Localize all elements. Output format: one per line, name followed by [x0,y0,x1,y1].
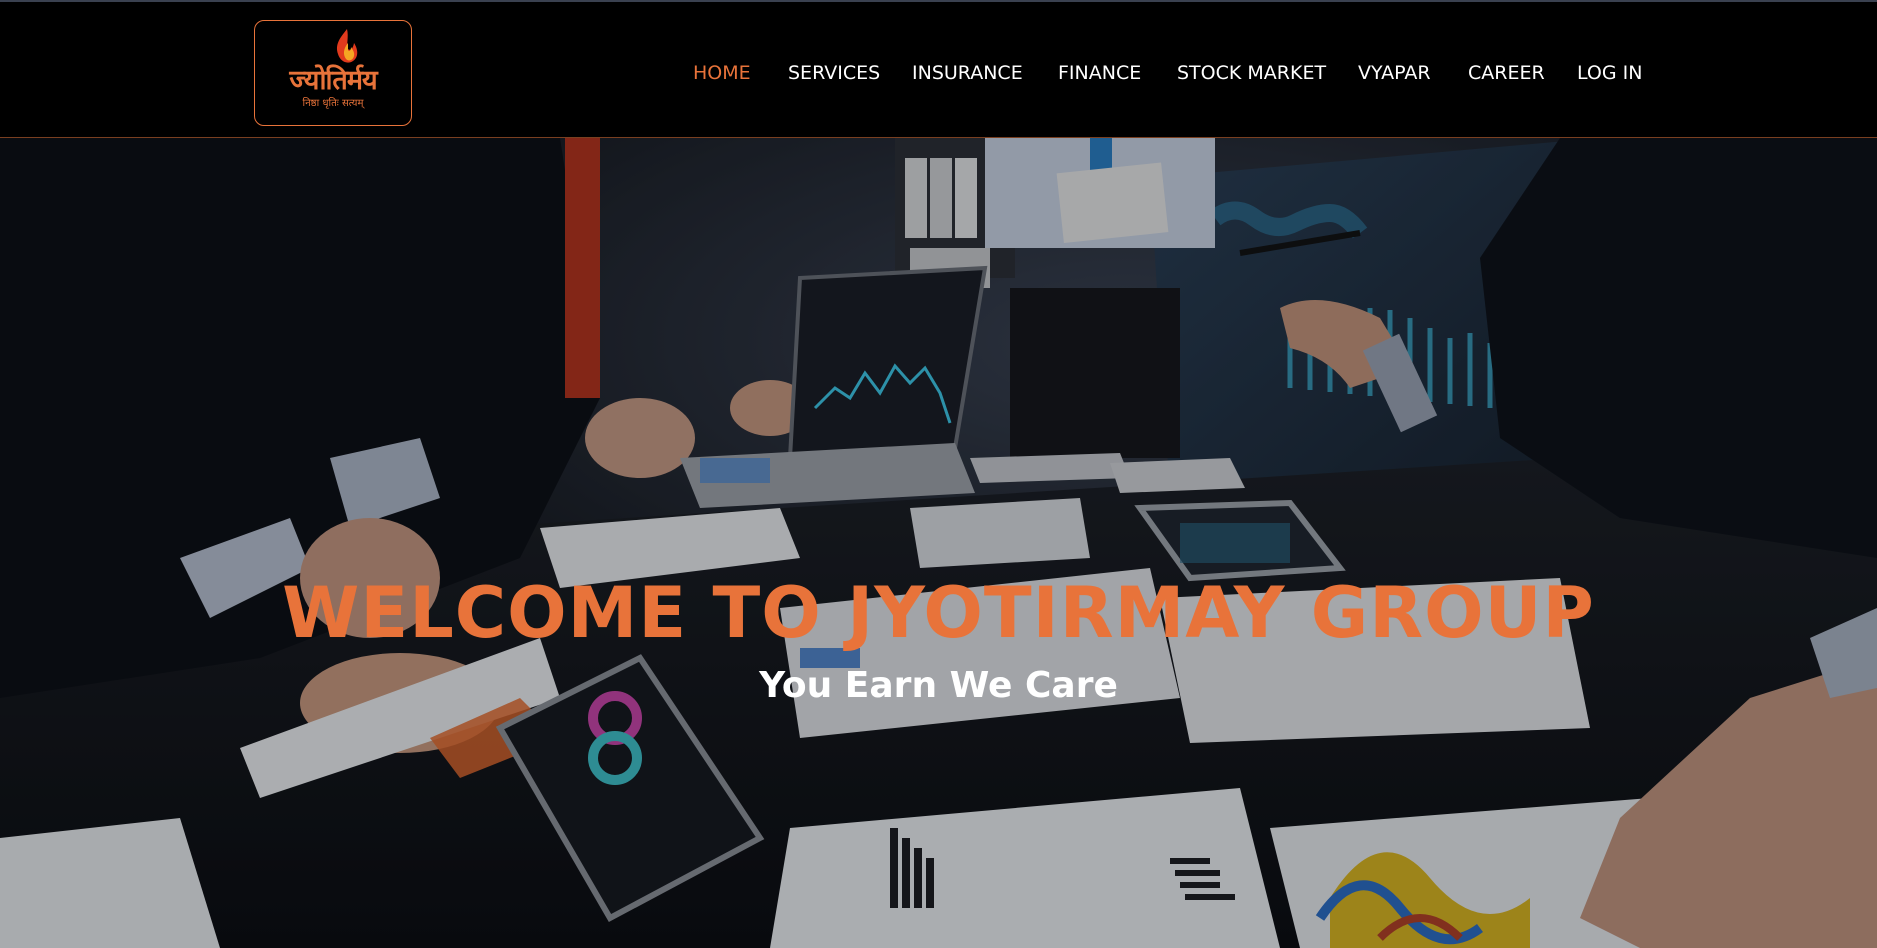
nav-item-vyapar[interactable]: VYAPAR [1358,58,1431,88]
hero-subtitle: You Earn We Care [759,665,1118,706]
site-header: ज्योतिर्मय निष्ठा धृतिः सत्यम् HOME SERV… [0,0,1877,138]
hero-section: WELCOME TO JYOTIRMAY GROUP You Earn We C… [0,138,1877,948]
nav-item-log-in[interactable]: LOG IN [1577,58,1642,88]
hero-title: WELCOME TO JYOTIRMAY GROUP [282,572,1595,654]
nav-item-stock-market[interactable]: STOCK MARKET [1177,58,1326,88]
nav-item-insurance[interactable]: INSURANCE [912,58,1023,88]
nav-item-career[interactable]: CAREER [1468,58,1545,88]
main-navigation: HOME SERVICES INSURANCE FINANCE STOCK MA… [0,58,1877,88]
nav-item-finance[interactable]: FINANCE [1058,58,1141,88]
nav-item-home[interactable]: HOME [693,58,751,88]
logo-tagline: निष्ठा धृतिः सत्यम् [302,98,364,109]
nav-item-services[interactable]: SERVICES [788,58,880,88]
hero-dark-overlay [0,138,1877,948]
page: ज्योतिर्मय निष्ठा धृतिः सत्यम् HOME SERV… [0,0,1877,948]
